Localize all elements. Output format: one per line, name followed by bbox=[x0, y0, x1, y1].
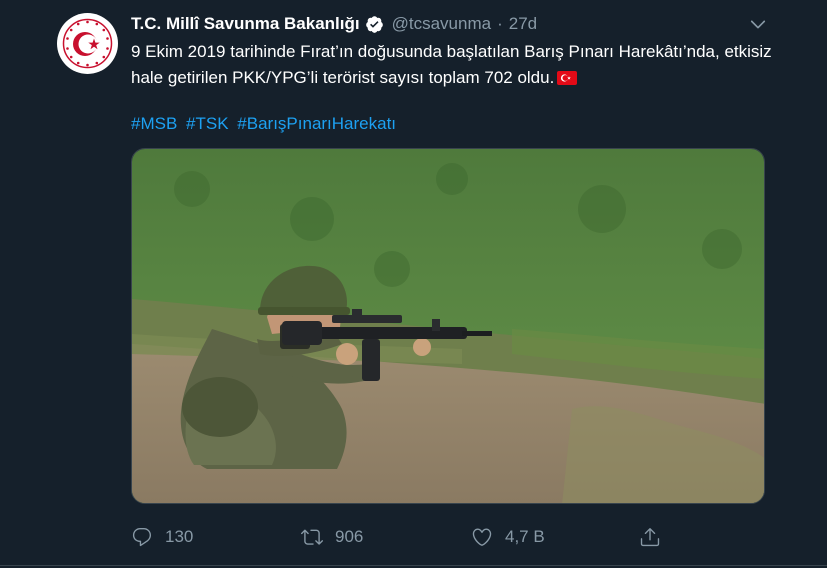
timestamp[interactable]: 27d bbox=[509, 14, 537, 34]
reply-button[interactable]: 130 bbox=[131, 523, 193, 551]
turkey-flag-icon bbox=[557, 67, 578, 85]
retweet-button[interactable]: 906 bbox=[301, 523, 363, 551]
tweet[interactable]: T.C. Millî Savunma Bakanlığı @tcsavunma … bbox=[0, 0, 827, 568]
chevron-down-icon[interactable] bbox=[748, 14, 768, 34]
hashtag-link[interactable]: #TSK bbox=[186, 114, 229, 133]
tweet-text: 9 Ekim 2019 tarihinde Fırat’ın doğusunda… bbox=[131, 39, 781, 91]
tweet-header: T.C. Millî Savunma Bakanlığı @tcsavunma … bbox=[131, 13, 537, 35]
share-icon bbox=[639, 526, 661, 548]
soldier-photo bbox=[132, 149, 764, 503]
retweet-count: 906 bbox=[335, 527, 364, 546]
author-handle[interactable]: @tcsavunma bbox=[392, 14, 491, 34]
hashtag-list: #MSB #TSK #BarışPınarıHarekatı bbox=[131, 112, 400, 136]
like-count: 4,7 B bbox=[505, 527, 545, 546]
reply-icon bbox=[131, 526, 153, 548]
verified-badge-icon bbox=[365, 15, 384, 34]
divider bbox=[0, 565, 827, 566]
tweet-photo[interactable] bbox=[131, 148, 765, 504]
reply-count: 130 bbox=[165, 527, 194, 546]
avatar[interactable] bbox=[57, 13, 118, 74]
tweet-actions: 130 906 4,7 B bbox=[131, 523, 771, 551]
hashtag-link[interactable]: #MSB bbox=[131, 114, 177, 133]
share-button[interactable] bbox=[639, 523, 661, 551]
ministry-seal-icon bbox=[58, 14, 117, 73]
retweet-icon bbox=[301, 526, 323, 548]
hashtag-link[interactable]: #BarışPınarıHarekatı bbox=[237, 114, 396, 133]
heart-icon bbox=[471, 526, 493, 548]
author-name[interactable]: T.C. Millî Savunma Bakanlığı bbox=[131, 14, 360, 34]
separator: · bbox=[497, 14, 503, 33]
tweet-text-content: 9 Ekim 2019 tarihinde Fırat’ın doğusunda… bbox=[131, 42, 772, 87]
like-button[interactable]: 4,7 B bbox=[471, 523, 545, 551]
